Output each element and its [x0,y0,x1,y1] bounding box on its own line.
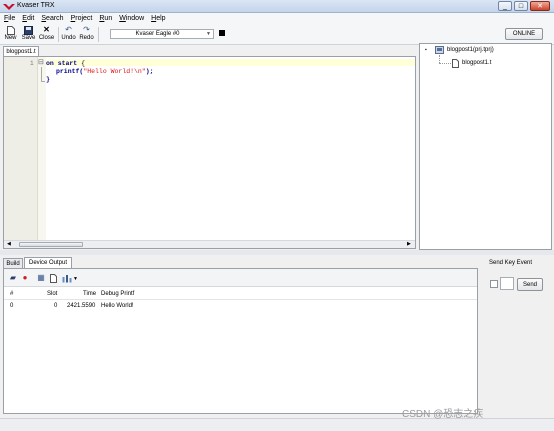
column-header-slot[interactable]: Slot [47,291,57,297]
fold-minus-icon[interactable]: ⊟ [38,59,44,66]
tab-build[interactable]: Build [3,258,23,268]
page-icon[interactable] [48,273,58,283]
code-line-2: printf("Hello World!\n"); [56,68,154,75]
code-line-1: on start { [46,60,85,67]
chevron-down-icon[interactable]: ▼ [73,276,78,282]
tree-project-root[interactable]: blogpost1(prj.tprj) [447,47,494,53]
kvaser-logo-icon [3,4,15,10]
chevron-down-icon: ▼ [206,31,211,37]
close-button[interactable]: ✕ Close [38,25,55,44]
project-icon [435,46,444,54]
line-number: 1 [30,60,34,67]
minimize-button[interactable]: _ [498,1,512,11]
column-header-time[interactable]: Time [83,291,96,297]
scroll-thumb[interactable] [19,242,83,247]
tab-device-output[interactable]: Device Output [24,257,72,268]
save-label: Save [21,35,36,41]
title-bar: Kvaser TRX _ □ ✕ [0,0,554,13]
file-icon [452,59,459,68]
window-title: Kvaser TRX [17,2,55,9]
code-editor[interactable]: 1 ⊟ on start { printf("Hello World!\n");… [3,56,416,249]
fold-end [41,81,45,82]
menu-file[interactable]: File [4,15,15,22]
string-literal: "Hello World!\n" [83,68,146,75]
menu-run[interactable]: Run [99,15,112,22]
undo-label: Undo [61,35,76,41]
tree-expand-icon[interactable]: ▪ [425,47,427,53]
menu-bar: File Edit Search Project Run Window Help [0,13,554,24]
new-file-icon [6,25,15,35]
new-label: New [4,35,17,41]
send-key-event-panel: Send Key Event Send [481,257,553,414]
filter-icon[interactable]: ▦ [36,273,46,283]
save-button[interactable]: Save [20,25,37,44]
toolbar-separator [58,27,59,42]
send-key-input[interactable] [500,277,514,290]
cell-time: 2421.5590 [67,303,96,309]
menu-window[interactable]: Window [119,15,144,22]
device-output-panel: ▰ ● ▦ ▼ # Slot Time Debug Printf 0 0 242… [3,268,478,414]
pin-icon[interactable]: ▰ [8,273,18,283]
code-text: { [77,60,86,67]
close-label: Close [38,35,55,41]
panel-splitter[interactable] [0,250,554,255]
scroll-right-icon[interactable]: ▶ [407,241,411,247]
cell-number: 0 [10,303,14,309]
project-tree: ▪ blogpost1(prj.tprj) blogpost1.t [419,43,552,250]
column-header-number[interactable]: # [10,291,13,297]
menu-search[interactable]: Search [41,15,63,22]
menu-edit[interactable]: Edit [22,15,34,22]
output-toolbar: ▰ ● ▦ ▼ [4,269,477,287]
undo-icon: ↶ [65,25,72,34]
code-line-3: } [46,76,50,83]
horizontal-scrollbar[interactable]: ◀ ▶ [4,240,415,248]
menu-project[interactable]: Project [71,15,93,22]
line-number-gutter [4,57,38,240]
scroll-left-icon[interactable]: ◀ [7,241,11,247]
redo-label: Redo [79,35,94,41]
redo-icon: ↷ [83,25,90,34]
undo-button[interactable]: ↶ Undo [60,25,77,44]
send-button[interactable]: Send [517,278,543,291]
code-text: ); [145,68,154,75]
save-icon [24,25,33,35]
keyword: on start [46,60,78,67]
menu-help[interactable]: Help [151,15,165,22]
online-button[interactable]: ONLINE [505,28,543,40]
cell-slot: 0 [54,303,58,309]
watermark: CSDN @恐志之疾 [402,409,484,420]
close-icon: ✕ [43,25,50,34]
new-button[interactable]: New [2,25,19,44]
device-select[interactable]: Kvaser Eagle #0 ▼ [110,29,214,39]
columns-icon[interactable] [62,273,72,283]
column-header-debug-printf[interactable]: Debug Printf [101,291,134,297]
toolbar: New Save ✕ Close ↶ Undo ↷ Redo [0,24,554,45]
redo-button[interactable]: ↷ Redo [78,25,95,44]
send-key-title: Send Key Event [489,260,533,266]
stop-icon[interactable] [219,30,225,36]
function-name: printf( [56,68,84,75]
tree-connector [439,63,451,64]
maximize-button[interactable]: □ [514,1,528,11]
toolbar-separator [98,27,99,42]
send-key-checkbox[interactable] [490,280,498,288]
output-table-header: # Slot Time Debug Printf [4,289,477,300]
tree-file[interactable]: blogpost1.t [462,60,491,66]
cell-debug-printf: Hello World! [101,303,134,309]
device-select-value: Kvaser Eagle #0 [135,31,180,37]
fold-margin [38,57,46,240]
close-window-button[interactable]: ✕ [530,1,550,11]
fold-line [41,67,42,81]
tree-connector [439,55,440,63]
stop-record-icon[interactable]: ● [20,273,30,283]
code-text: } [46,76,50,83]
editor-tab[interactable]: blogpost1.t [3,46,39,56]
